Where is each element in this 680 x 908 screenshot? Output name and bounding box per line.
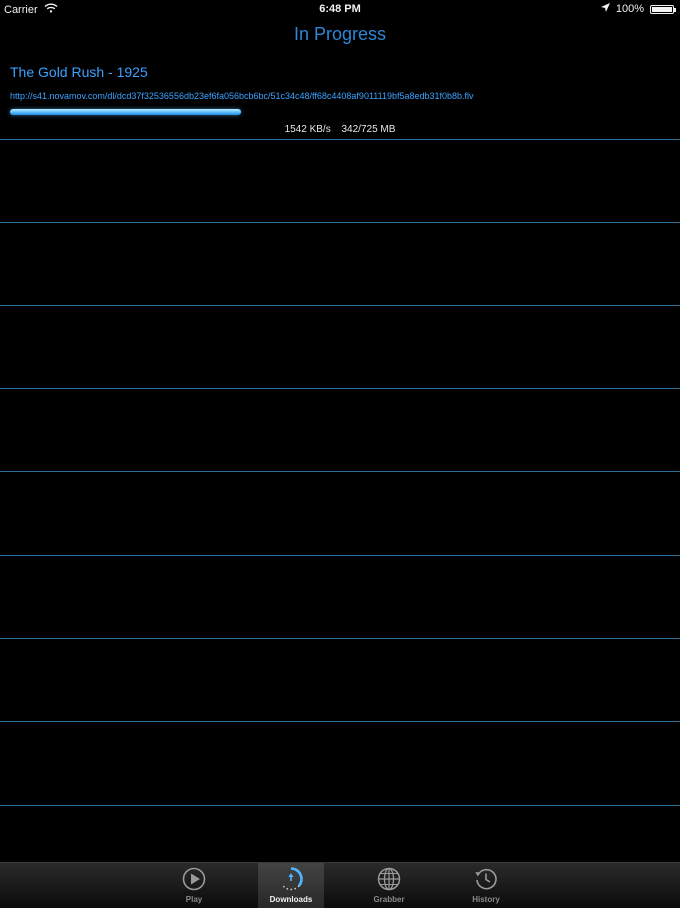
- tab-downloads-label: Downloads: [269, 895, 313, 904]
- row-separator: [0, 638, 680, 639]
- tab-play-label: Play: [185, 895, 203, 904]
- tab-bar: Play Downloads Grabber History: [0, 862, 680, 908]
- downloads-icon: [279, 867, 303, 891]
- row-separator: [0, 388, 680, 389]
- history-icon: [474, 867, 498, 891]
- battery-percent: 100%: [615, 3, 644, 15]
- tab-history-label: History: [472, 895, 500, 904]
- row-separator: [0, 471, 680, 472]
- download-item[interactable]: The Gold Rush - 1925 http://s41.novamov.…: [0, 56, 680, 139]
- tab-grabber[interactable]: Grabber: [356, 863, 422, 908]
- location-arrow-icon: [600, 3, 610, 15]
- battery-icon: [650, 4, 676, 14]
- row-separator: [0, 139, 680, 140]
- download-url: http://s41.novamov.com/dl/dcd37f32536556…: [10, 91, 474, 101]
- status-time: 6:48 PM: [319, 3, 361, 15]
- row-separator: [0, 305, 680, 306]
- page-title: In Progress: [293, 24, 387, 44]
- status-right: 100%: [600, 3, 676, 15]
- tab-play[interactable]: Play: [161, 863, 227, 908]
- play-icon: [182, 867, 206, 891]
- row-separator: [0, 222, 680, 223]
- download-title: The Gold Rush - 1925: [10, 64, 148, 80]
- globe-icon: [377, 867, 401, 891]
- download-size: 342/725 MB: [341, 124, 396, 135]
- download-progress-bar: [10, 109, 580, 115]
- status-bar: Carrier 6:48 PM 100%: [0, 0, 680, 18]
- download-progress-fill: [10, 109, 241, 115]
- download-stats: 1542 KB/s 342/725 MB: [0, 124, 680, 135]
- download-speed: 1542 KB/s: [284, 124, 331, 135]
- row-separator: [0, 555, 680, 556]
- tab-grabber-label: Grabber: [373, 895, 405, 904]
- row-separator: [0, 805, 680, 806]
- row-separator: [0, 721, 680, 722]
- tab-downloads[interactable]: Downloads: [258, 863, 324, 908]
- tab-history[interactable]: History: [453, 863, 519, 908]
